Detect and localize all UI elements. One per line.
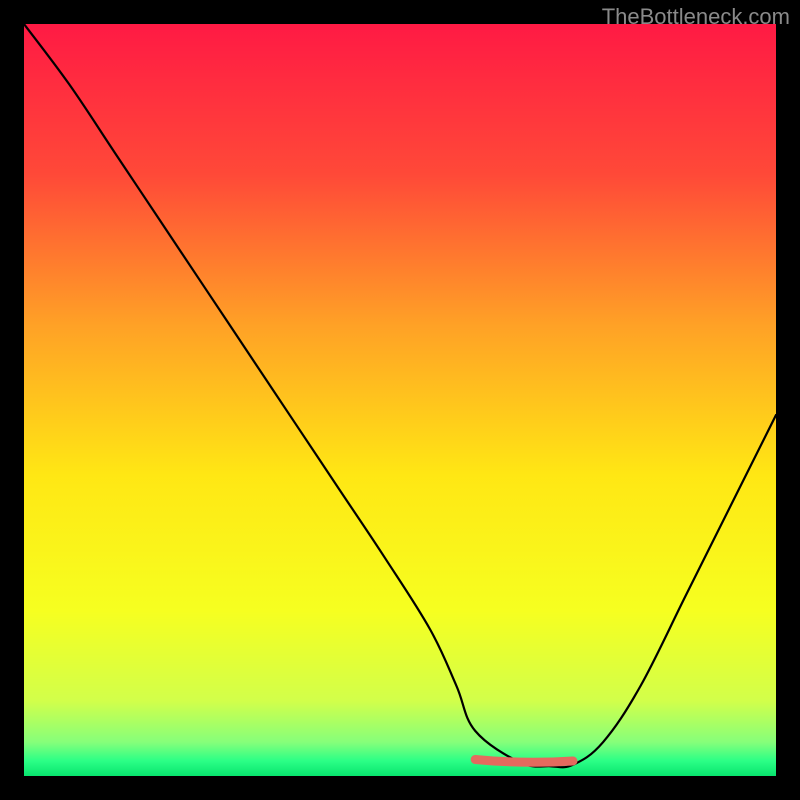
- optimal-range-marker: [24, 24, 776, 776]
- plot-area: [24, 24, 776, 776]
- chart-container: TheBottleneck.com: [0, 0, 800, 800]
- watermark-text: TheBottleneck.com: [602, 4, 790, 30]
